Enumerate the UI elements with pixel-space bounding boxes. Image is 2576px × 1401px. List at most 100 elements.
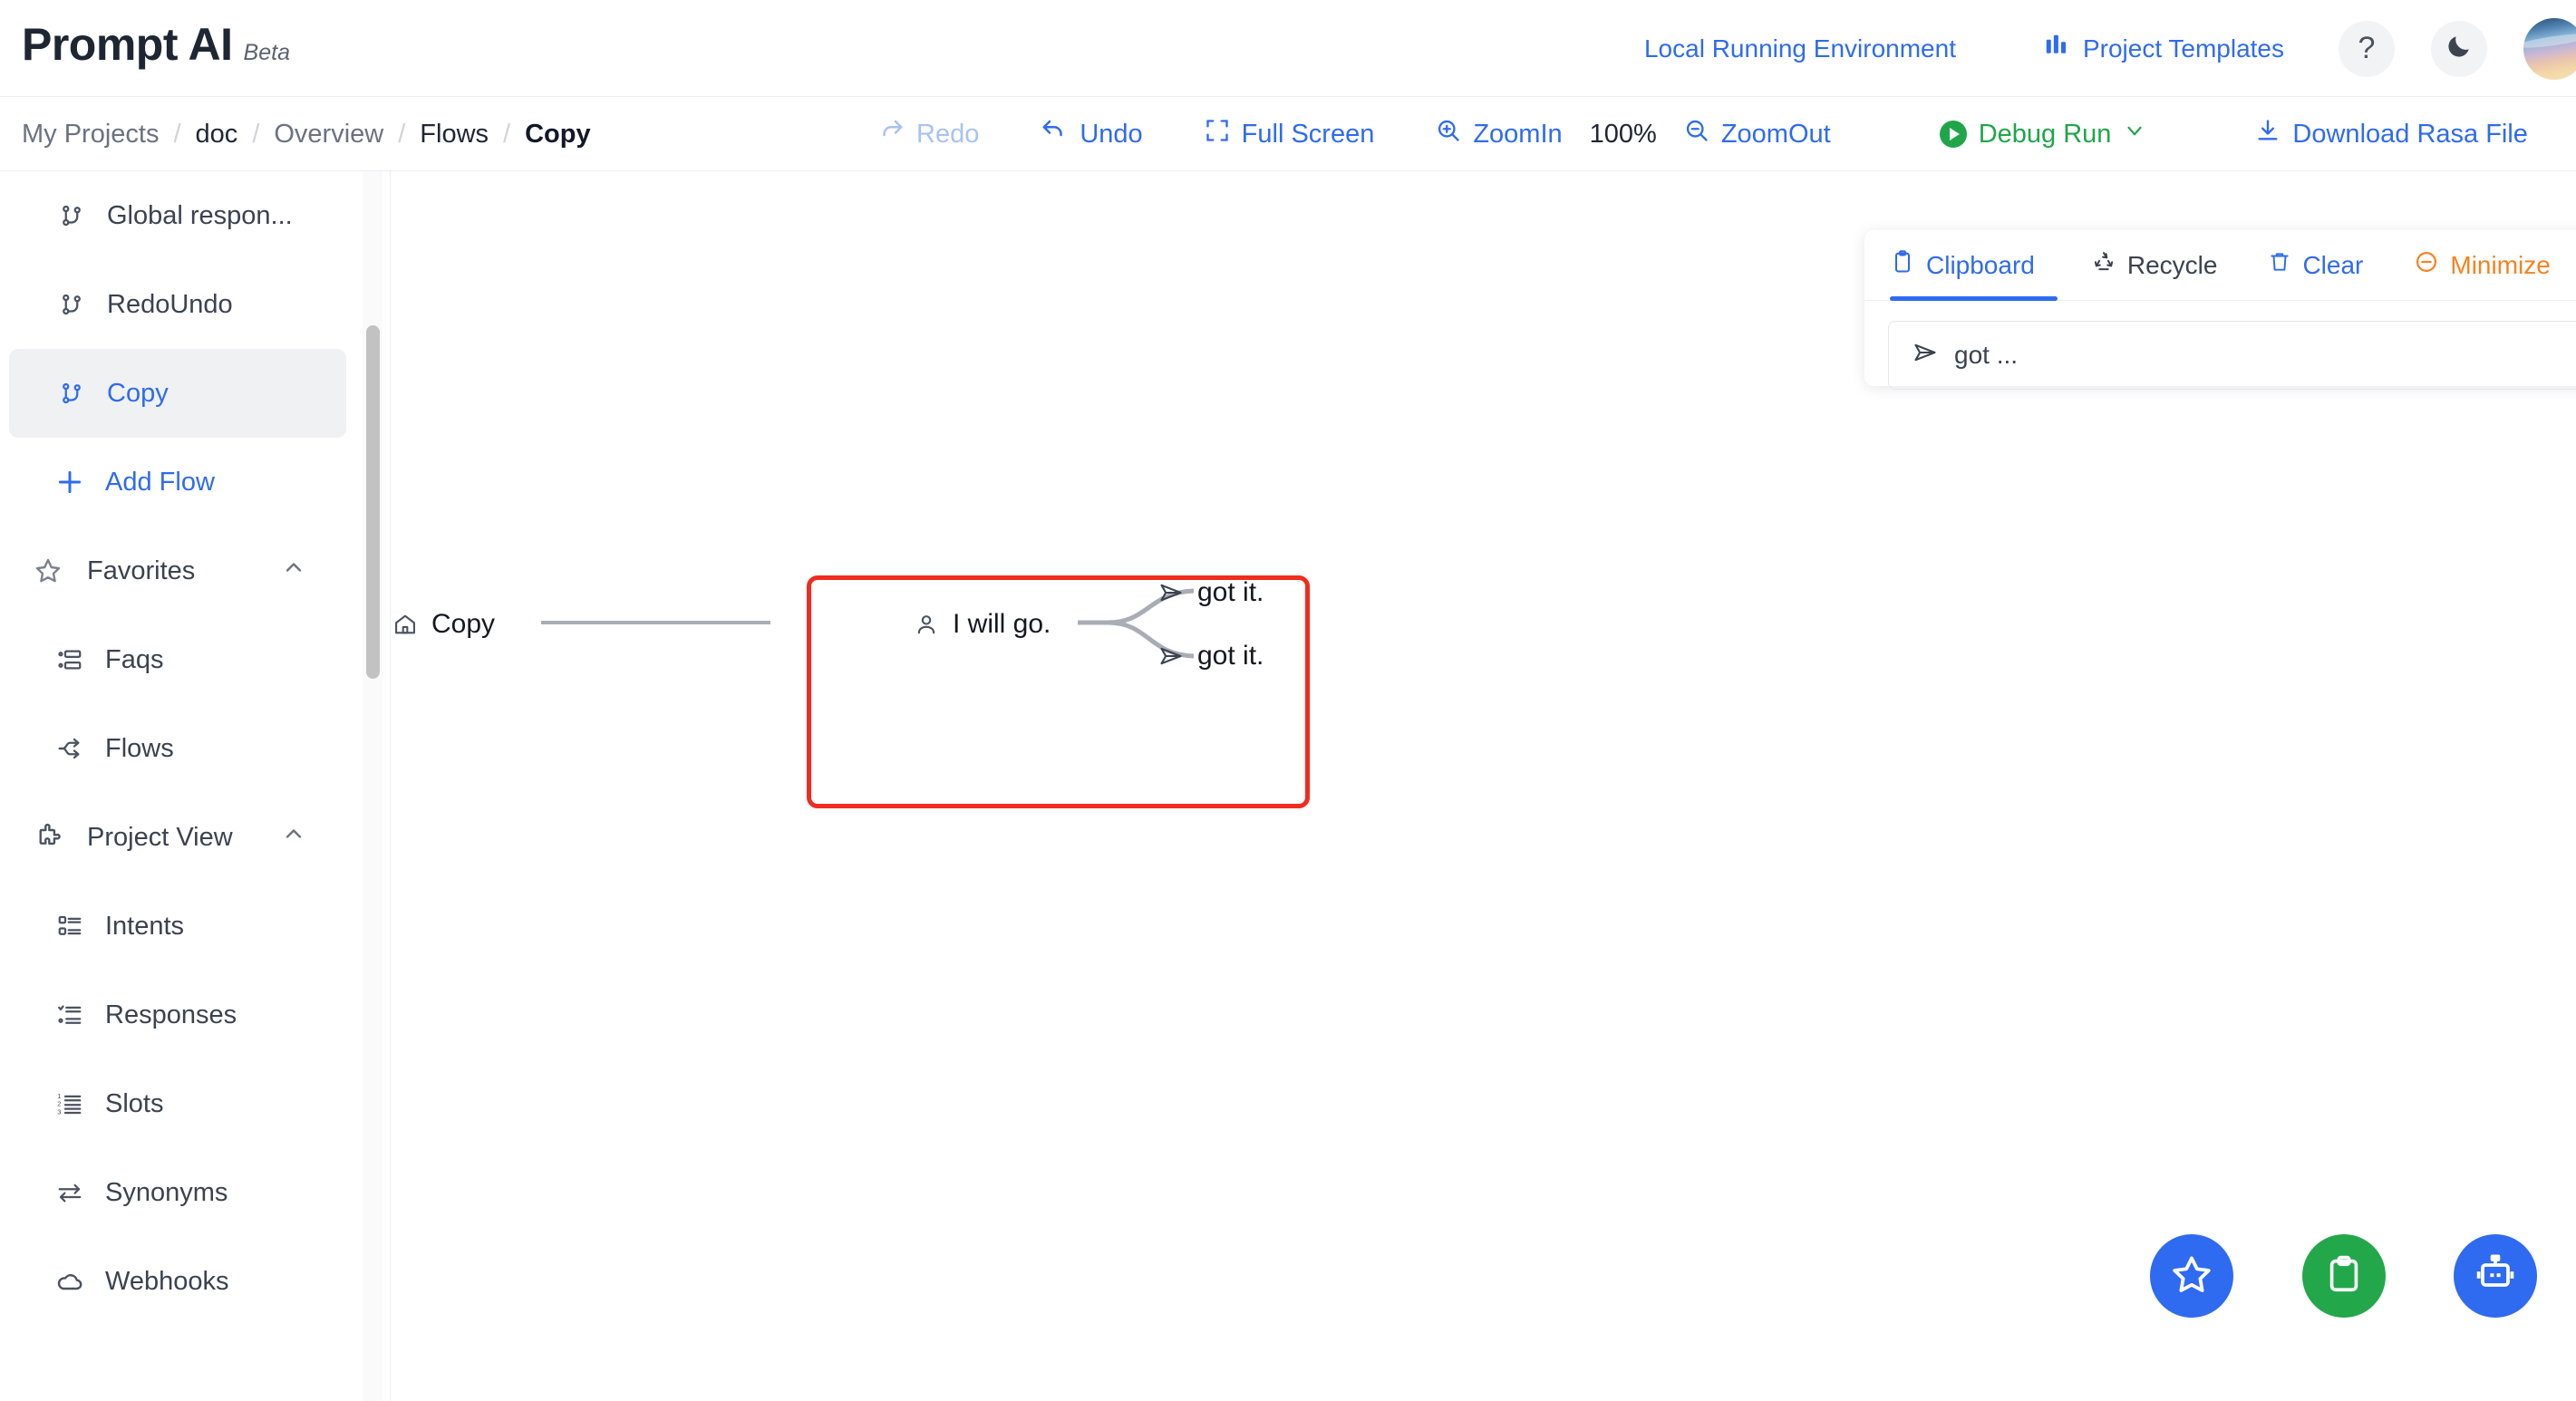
tab-clipboard[interactable]: Clipboard bbox=[1890, 249, 2035, 281]
undo-label: Undo bbox=[1080, 119, 1143, 149]
clipboard-item[interactable]: got ... bbox=[1888, 321, 2576, 390]
download-icon bbox=[2255, 118, 2281, 150]
sidebar: Global respon... RedoUndo Copy Add Flow … bbox=[0, 171, 391, 1401]
breadcrumb-separator: / bbox=[503, 119, 511, 149]
project-templates-link[interactable]: Project Templates bbox=[2043, 32, 2284, 65]
breadcrumb-item-flows[interactable]: Flows bbox=[420, 120, 489, 150]
sidebar-item-global-responses[interactable]: Global respon... bbox=[0, 171, 363, 260]
sidebar-item-flows[interactable]: Flows bbox=[0, 704, 363, 793]
plus-icon bbox=[54, 467, 85, 498]
clipboard-icon bbox=[2323, 1253, 2365, 1300]
zoom-level-value: 100% bbox=[1589, 119, 1657, 149]
git-branch-icon bbox=[56, 289, 87, 320]
zoom-out-label: ZoomOut bbox=[1720, 119, 1831, 149]
sidebar-item-responses[interactable]: Responses bbox=[0, 971, 363, 1059]
undo-button[interactable]: Undo bbox=[1041, 117, 1143, 151]
breadcrumb-item-overview[interactable]: Overview bbox=[274, 120, 383, 150]
zoom-in-button[interactable]: ZoomIn bbox=[1436, 118, 1563, 150]
tab-recycle-label: Recycle bbox=[2126, 250, 2218, 279]
breadcrumb: My Projects / doc / Overview / Flows / C… bbox=[22, 97, 591, 171]
sidebar-item-faqs[interactable]: Faqs bbox=[0, 615, 363, 704]
flow-node-bot-response-1[interactable]: got it. bbox=[1157, 577, 1264, 608]
favorites-fab[interactable] bbox=[2150, 1234, 2233, 1318]
git-branch-icon bbox=[56, 200, 87, 231]
sidebar-item-label: Copy bbox=[107, 378, 169, 408]
question-mark-icon: ? bbox=[2358, 31, 2376, 65]
chevron-up-icon bbox=[281, 555, 306, 587]
redo-button[interactable]: Redo bbox=[877, 117, 979, 151]
sidebar-item-label: Synonyms bbox=[105, 1177, 228, 1207]
sidebar-section-label: Project View bbox=[87, 822, 233, 852]
breadcrumb-item-doc[interactable]: doc bbox=[196, 120, 238, 150]
sidebar-item-webhooks[interactable]: Webhooks bbox=[0, 1237, 363, 1326]
breadcrumb-item-my-projects[interactable]: My Projects bbox=[22, 120, 159, 150]
minimize-button[interactable]: Minimize bbox=[2414, 249, 2551, 281]
flow-selection-box[interactable] bbox=[807, 575, 1310, 808]
active-tab-underline bbox=[1890, 296, 2058, 301]
sidebar-scrollbar-thumb[interactable] bbox=[366, 325, 380, 679]
flow-node-start[interactable]: Copy bbox=[392, 609, 495, 640]
zoom-in-icon bbox=[1436, 118, 1461, 150]
clipboard-item-label: got ... bbox=[1954, 341, 2019, 369]
flow-node-user-message[interactable]: I will go. bbox=[913, 609, 1051, 640]
chart-bars-icon bbox=[2043, 32, 2070, 65]
redo-label: Redo bbox=[916, 119, 980, 149]
minus-circle-icon bbox=[2414, 249, 2439, 281]
debug-run-label: Debug Run bbox=[1978, 119, 2112, 149]
breadcrumb-separator: / bbox=[252, 119, 260, 149]
theme-toggle-button[interactable] bbox=[2431, 20, 2487, 77]
sidebar-item-synonyms[interactable]: Synonyms bbox=[0, 1148, 363, 1237]
sidebar-item-intents[interactable]: Intents bbox=[0, 882, 363, 971]
sidebar-section-label: Favorites bbox=[87, 556, 196, 585]
svg-text:2: 2 bbox=[57, 1100, 61, 1108]
sidebar-scrollbar[interactable] bbox=[363, 171, 383, 1401]
clipboard-fab[interactable] bbox=[2302, 1234, 2386, 1318]
sidebar-item-label: Faqs bbox=[105, 644, 164, 674]
sidebar-item-copy[interactable]: Copy bbox=[9, 349, 346, 438]
sidebar-item-label: Intents bbox=[105, 911, 185, 941]
user-icon bbox=[913, 611, 940, 638]
play-icon bbox=[1939, 121, 1967, 148]
sidebar-section-favorites[interactable]: Favorites bbox=[0, 527, 363, 615]
clear-button[interactable]: Clear bbox=[2268, 250, 2363, 280]
flow-node-label: got it. bbox=[1197, 577, 1264, 607]
sidebar-list: Global respon... RedoUndo Copy Add Flow … bbox=[0, 171, 363, 1326]
recycle-icon bbox=[2091, 249, 2116, 281]
zoom-out-button[interactable]: ZoomOut bbox=[1684, 118, 1831, 150]
git-branch-icon bbox=[56, 378, 87, 409]
star-icon bbox=[33, 556, 63, 586]
local-running-environment-link[interactable]: Local Running Environment bbox=[1644, 34, 1956, 63]
help-button[interactable]: ? bbox=[2339, 20, 2395, 77]
flow-canvas[interactable]: Copy I will go. got it. got it. Clipboar… bbox=[392, 171, 2576, 1401]
flow-node-label: I will go. bbox=[953, 609, 1051, 639]
flow-node-label: got it. bbox=[1197, 641, 1264, 671]
user-avatar[interactable] bbox=[2523, 17, 2576, 80]
list-boxes-icon bbox=[54, 911, 85, 942]
breadcrumb-separator: / bbox=[398, 119, 406, 149]
debug-run-button[interactable]: Debug Run bbox=[1939, 119, 2147, 150]
sidebar-item-slots[interactable]: 1 2 3 Slots bbox=[0, 1059, 363, 1148]
brand-name: Prompt AI bbox=[22, 19, 233, 70]
sidebar-item-label: Webhooks bbox=[105, 1266, 229, 1296]
tab-clipboard-label: Clipboard bbox=[1926, 250, 2035, 279]
flow-node-bot-response-2[interactable]: got it. bbox=[1157, 641, 1264, 672]
assistant-fab[interactable] bbox=[2454, 1234, 2537, 1318]
chevron-up-icon bbox=[281, 821, 306, 854]
cloud-icon bbox=[54, 1266, 85, 1297]
download-rasa-file-button[interactable]: Download Rasa File bbox=[2255, 118, 2528, 150]
chevron-down-icon bbox=[2123, 119, 2146, 150]
project-templates-label: Project Templates bbox=[2082, 34, 2284, 63]
zoom-in-label: ZoomIn bbox=[1473, 119, 1563, 149]
sidebar-item-redoundo[interactable]: RedoUndo bbox=[0, 260, 363, 349]
sidebar-section-project-view[interactable]: Project View bbox=[0, 793, 363, 882]
flow-node-label: Copy bbox=[431, 609, 496, 639]
flow-branch-icon bbox=[54, 733, 85, 764]
clear-label: Clear bbox=[2302, 250, 2364, 279]
breadcrumb-separator: / bbox=[173, 119, 181, 149]
puzzle-icon bbox=[33, 822, 63, 853]
robot-icon bbox=[2474, 1252, 2517, 1300]
tab-recycle[interactable]: Recycle bbox=[2091, 249, 2218, 281]
full-screen-button[interactable]: Full Screen bbox=[1205, 118, 1374, 150]
home-icon bbox=[392, 611, 419, 638]
add-flow-button[interactable]: Add Flow bbox=[0, 438, 363, 527]
